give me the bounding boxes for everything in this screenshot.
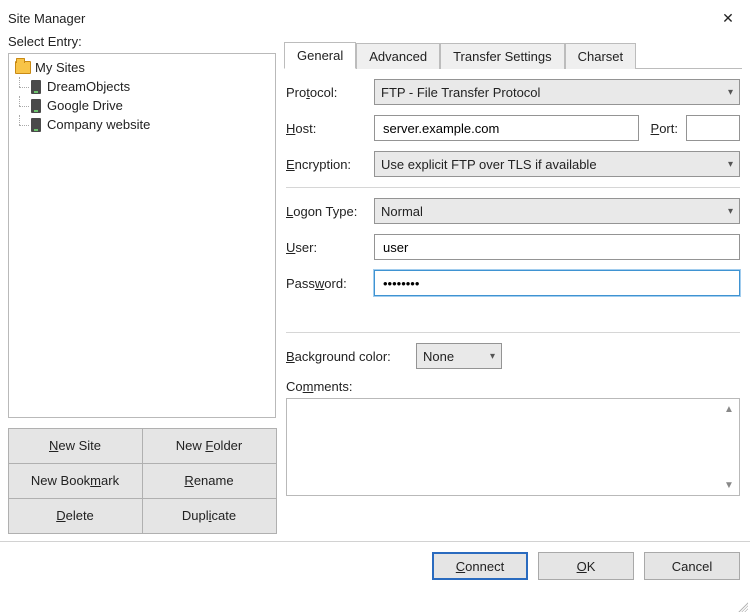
tree-root-my-sites[interactable]: My Sites [13,58,271,77]
host-field[interactable] [381,120,632,137]
logon-type-label: Logon Type: [286,204,366,219]
content-area: Select Entry: My Sites DreamObjects Goog… [0,34,750,541]
server-icon [31,80,41,94]
new-folder-button[interactable]: New Folder [142,428,277,464]
server-icon [31,118,41,132]
port-field[interactable] [693,120,733,137]
host-input[interactable] [374,115,639,141]
tree-root-label: My Sites [35,60,85,75]
chevron-down-icon: ▾ [728,87,733,98]
tree-node-company-website[interactable]: Company website [29,115,271,134]
dialog-footer: Connect OK Cancel [0,541,750,588]
scroll-down-icon[interactable]: ▼ [721,477,737,493]
password-label: Password: [286,276,366,291]
tree-node-label: Google Drive [47,98,123,113]
bg-color-select[interactable]: None ▾ [416,343,502,369]
protocol-label: Protocol: [286,85,366,100]
scroll-up-icon[interactable]: ▲ [721,401,737,417]
chevron-down-icon: ▾ [490,351,495,362]
new-site-button[interactable]: New Site [8,428,143,464]
bg-color-label: Background color: [286,349,408,364]
tree-node-label: DreamObjects [47,79,130,94]
site-action-buttons: New Site New Folder New Bookmark Rename … [8,428,276,533]
password-field[interactable] [381,275,733,292]
window-title: Site Manager [8,11,85,26]
tab-advanced[interactable]: Advanced [356,43,440,69]
encryption-select[interactable]: Use explicit FTP over TLS if available ▾ [374,151,740,177]
folder-icon [15,61,31,74]
protocol-select[interactable]: FTP - File Transfer Protocol ▾ [374,79,740,105]
tree-node-google-drive[interactable]: Google Drive [29,96,271,115]
close-button[interactable]: ✕ [716,6,740,30]
select-entry-label: Select Entry: [8,34,276,49]
comments-textarea[interactable]: ▲ ▼ [286,398,740,496]
titlebar: Site Manager ✕ [0,0,750,34]
tab-charset[interactable]: Charset [565,43,637,69]
chevron-down-icon: ▾ [728,159,733,170]
user-input[interactable] [374,234,740,260]
close-icon: ✕ [722,10,734,27]
delete-button[interactable]: Delete [8,498,143,534]
tree-node-label: Company website [47,117,150,132]
bg-color-value: None [423,349,454,364]
general-form: Protocol: FTP - File Transfer Protocol ▾… [284,69,742,504]
user-field[interactable] [381,239,733,256]
left-pane: Select Entry: My Sites DreamObjects Goog… [8,34,276,533]
user-label: User: [286,240,366,255]
tree-node-dreamobjects[interactable]: DreamObjects [29,77,271,96]
logon-type-value: Normal [381,204,423,219]
password-input[interactable] [374,270,740,296]
server-icon [31,99,41,113]
duplicate-button[interactable]: Duplicate [142,498,277,534]
encryption-value: Use explicit FTP over TLS if available [381,157,597,172]
tree-children: DreamObjects Google Drive Company websit… [29,77,271,134]
tab-general[interactable]: General [284,42,356,69]
rename-button[interactable]: Rename [142,463,277,499]
port-input[interactable] [686,115,740,141]
cancel-button[interactable]: Cancel [644,552,740,580]
tab-strip: General Advanced Transfer Settings Chars… [284,42,742,69]
new-bookmark-button[interactable]: New Bookmark [8,463,143,499]
separator [286,187,740,188]
separator [286,332,740,333]
comments-label: Comments: [286,379,740,394]
host-label: Host: [286,121,366,136]
protocol-value: FTP - File Transfer Protocol [381,85,540,100]
connect-button[interactable]: Connect [432,552,528,580]
encryption-label: Encryption: [286,157,366,172]
ok-button[interactable]: OK [538,552,634,580]
port-label: Port: [651,121,678,136]
logon-type-select[interactable]: Normal ▾ [374,198,740,224]
chevron-down-icon: ▾ [728,206,733,217]
right-pane: General Advanced Transfer Settings Chars… [284,34,742,533]
tab-transfer-settings[interactable]: Transfer Settings [440,43,565,69]
resize-grip[interactable] [736,600,748,612]
site-tree[interactable]: My Sites DreamObjects Google Drive Compa… [8,53,276,418]
